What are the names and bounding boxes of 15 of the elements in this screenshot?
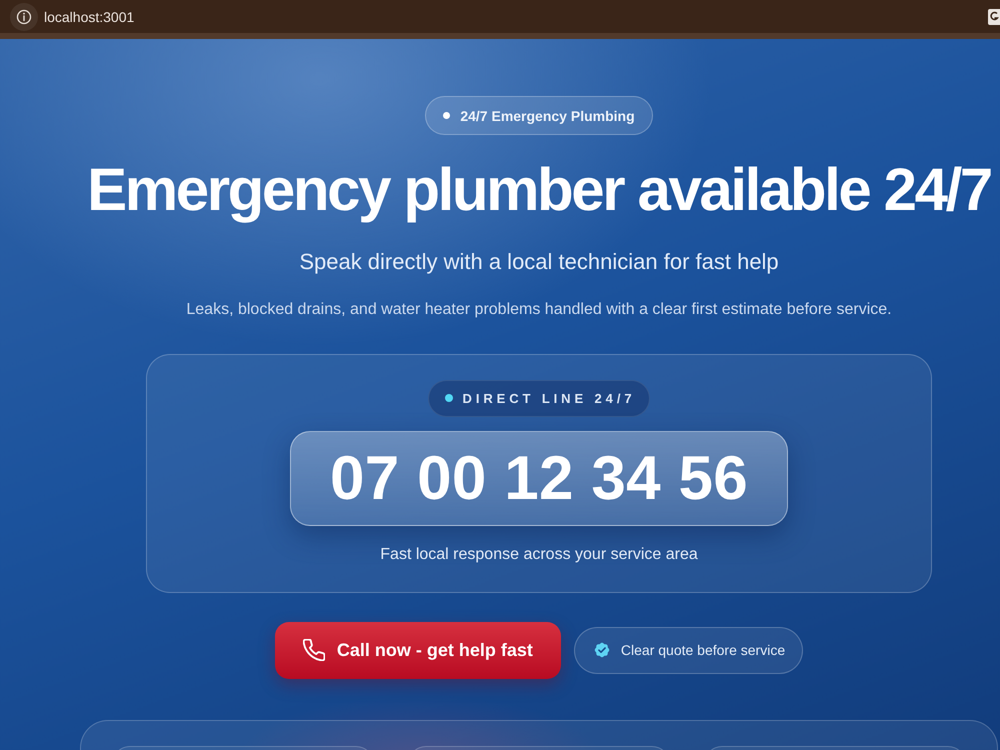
info-icon[interactable] <box>10 2 38 30</box>
call-button[interactable]: Call now - get help fast <box>274 622 561 679</box>
translate-icon[interactable] <box>988 8 1000 24</box>
service-note: Fast local response across your service area <box>380 544 698 565</box>
subtitle: Speak directly with a local technician for fast help <box>299 248 779 276</box>
quote-label: Clear quote before service <box>620 642 786 658</box>
headline: Emergency plumber available 24/7 <box>87 157 991 223</box>
url-text[interactable]: localhost:3001 <box>44 8 134 24</box>
badge-label: 24/7 Emergency Plumbing <box>460 108 635 124</box>
dot-icon <box>444 394 453 402</box>
direct-line-label: DIRECT LINE 24/7 <box>462 390 636 406</box>
phone-icon <box>302 639 325 662</box>
description: Leaks, blocked drains, and water heater problems handled with a clear first estimate before service. <box>186 300 892 320</box>
dot-icon <box>443 112 450 119</box>
phone-number-display: 07 00 12 34 56 <box>290 430 788 526</box>
